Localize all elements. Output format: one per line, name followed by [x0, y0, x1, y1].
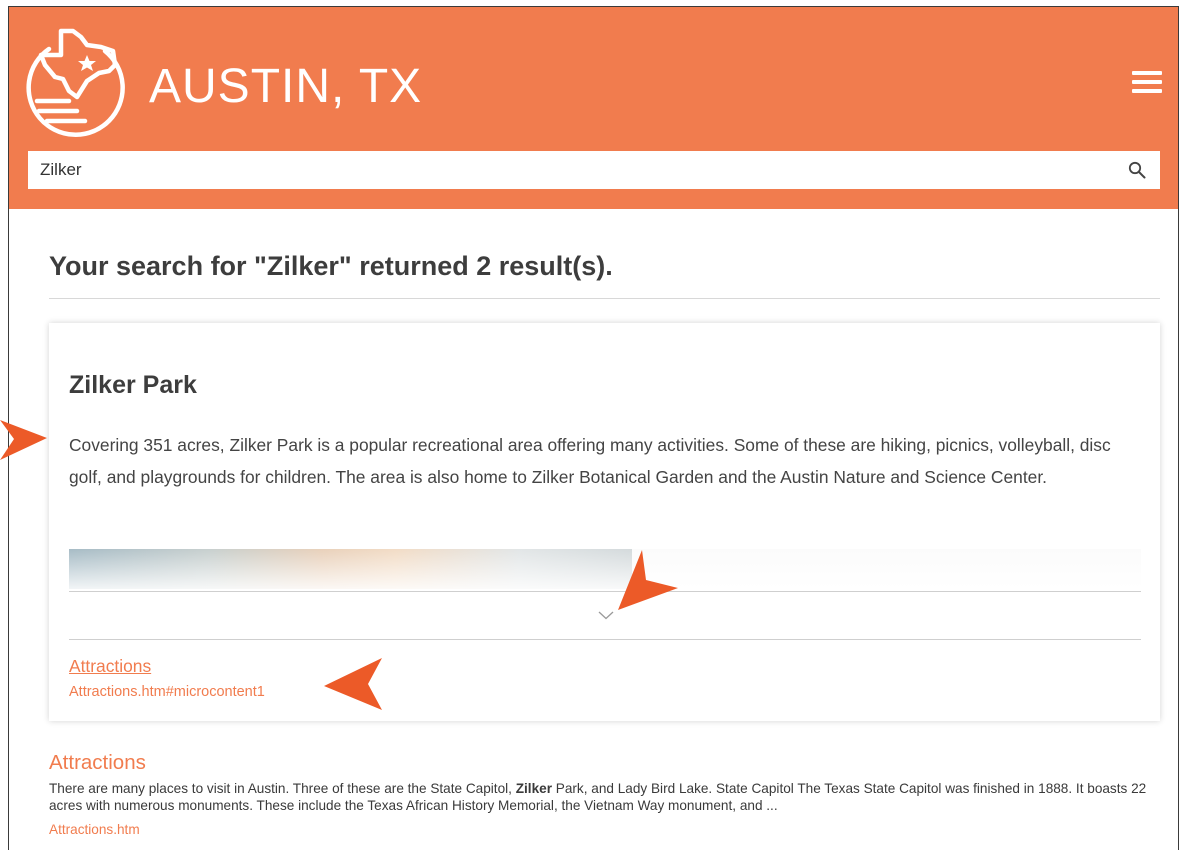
divider [49, 298, 1160, 299]
result-title-link[interactable]: Attractions [49, 751, 146, 775]
search-input[interactable] [28, 151, 1118, 189]
card-topic-url[interactable]: Attractions.htm#microcontent1 [69, 684, 265, 700]
arrow-pointer-icon [324, 658, 382, 710]
result-snippet: There are many places to visit in Austin… [49, 780, 1160, 814]
search-bar [28, 151, 1160, 189]
micro-content-card: Zilker Park Covering 351 acres, Zilker P… [49, 323, 1160, 721]
card-image [69, 549, 632, 589]
search-icon[interactable] [1128, 161, 1146, 179]
results-heading: Your search for "Zilker" returned 2 resu… [49, 251, 613, 281]
snippet-highlight: Zilker [515, 781, 552, 796]
arrow-pointer-icon [0, 420, 47, 460]
hamburger-menu-icon[interactable] [1132, 71, 1162, 95]
site-title[interactable]: AUSTIN, TX [149, 59, 422, 114]
card-image-fade [632, 549, 1141, 589]
browser-frame: AUSTIN, TX Your search for "Zilker" retu… [8, 6, 1179, 850]
arrow-pointer-icon [618, 550, 678, 610]
card-topic-link[interactable]: Attractions [69, 656, 151, 677]
card-title: Zilker Park [69, 371, 197, 399]
site-header: AUSTIN, TX [9, 7, 1178, 209]
snippet-text: There are many places to visit in Austin… [49, 781, 516, 796]
texas-logo-icon[interactable] [25, 21, 129, 137]
result-url-link[interactable]: Attractions.htm [49, 822, 140, 837]
card-body: Covering 351 acres, Zilker Park is a pop… [69, 435, 1111, 487]
divider [69, 639, 1141, 640]
divider [69, 591, 1141, 592]
